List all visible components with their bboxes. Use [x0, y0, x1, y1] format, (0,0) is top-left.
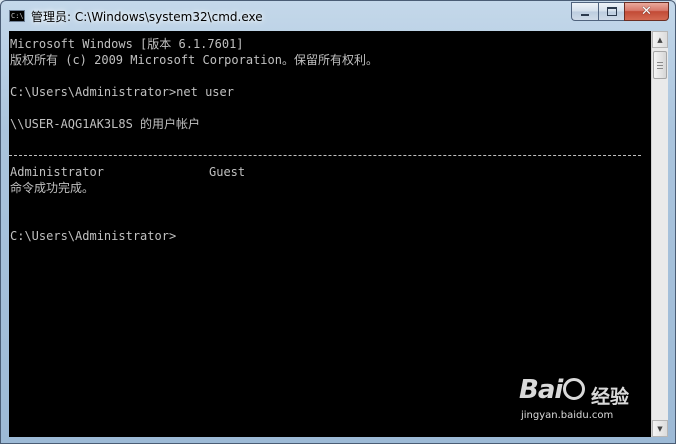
grip-line: [657, 67, 663, 69]
grip-line: [657, 64, 663, 66]
console-line-command: C:\Users\Administrator>net user: [10, 85, 234, 99]
scroll-thumb[interactable]: [653, 51, 667, 79]
console-line-user-guest: Guest: [209, 165, 246, 179]
cmd-icon-glyph: C:\: [11, 12, 24, 20]
console-line-accounts-header: \\USER-AQG1AK3L8S 的用户帐户: [10, 117, 201, 131]
maximize-icon: [606, 7, 617, 16]
console-line-version: Microsoft Windows [版本 6.1.7601]: [10, 37, 244, 51]
title-bar[interactable]: C:\ 管理员: C:\Windows\system32\cmd.exe ✕: [1, 1, 675, 31]
console-line-success: 命令成功完成。: [10, 181, 95, 195]
cmd-app-icon[interactable]: C:\: [9, 10, 25, 22]
window-title: 管理员: C:\Windows\system32\cmd.exe: [31, 10, 263, 24]
console-line-copyright: 版权所有 (c) 2009 Microsoft Corporation。保留所有…: [10, 53, 378, 67]
scroll-down-button[interactable]: ▼: [652, 420, 668, 437]
cmd-window: C:\ 管理员: C:\Windows\system32\cmd.exe ✕ M…: [0, 0, 676, 444]
paw-icon: [563, 378, 586, 400]
baidu-jingyan-watermark: Bai 经验 jingyan.baidu.com: [519, 375, 649, 425]
console-line-user-admin: Administrator: [10, 165, 104, 179]
arrow-up-icon: ▲: [657, 35, 663, 44]
minimize-icon: [581, 13, 589, 16]
console-line-prompt: C:\Users\Administrator>: [10, 229, 177, 243]
close-button[interactable]: ✕: [624, 2, 669, 21]
watermark-url: jingyan.baidu.com: [521, 410, 614, 421]
jingyan-brand: 经验: [591, 386, 630, 408]
scroll-up-button[interactable]: ▲: [652, 31, 668, 48]
console-separator: [9, 155, 641, 156]
window-controls: ✕: [571, 2, 669, 22]
grip-line: [657, 61, 663, 63]
minimize-button[interactable]: [571, 2, 598, 21]
maximize-button[interactable]: [598, 2, 624, 21]
vertical-scrollbar[interactable]: ▲ ▼: [651, 31, 668, 437]
close-icon: ✕: [641, 4, 652, 19]
arrow-down-icon: ▼: [657, 424, 663, 433]
baidu-logo: Bai: [519, 375, 586, 405]
baidu-logo-text: Bai: [519, 375, 563, 405]
